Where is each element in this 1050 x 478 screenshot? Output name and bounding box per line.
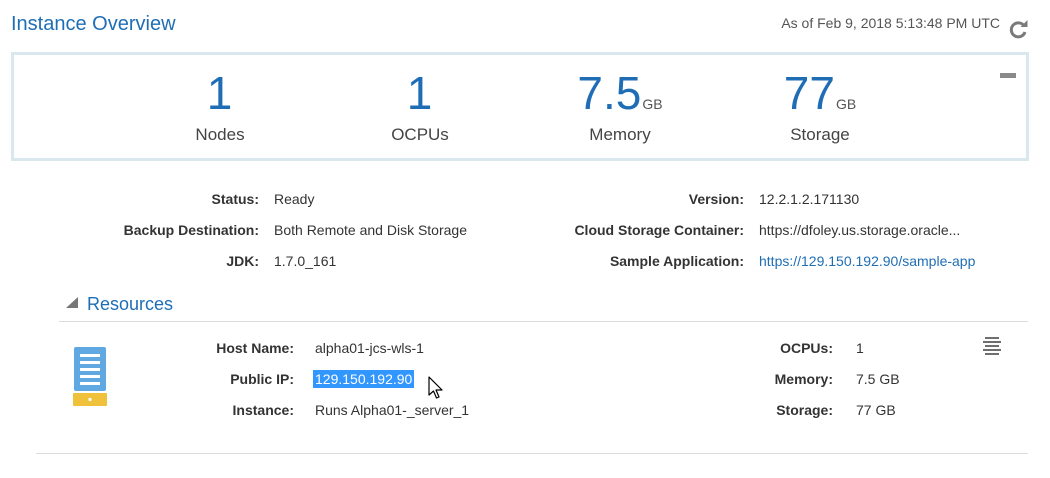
- memory-value: 7.5: [577, 67, 642, 119]
- refresh-icon: [1009, 20, 1028, 39]
- ocpus-metric: 1 OCPUs: [320, 69, 520, 145]
- public-ip-value[interactable]: 129.150.192.90: [313, 370, 415, 388]
- nodes-label: Nodes: [195, 125, 245, 144]
- memory-unit: GB: [642, 96, 663, 112]
- host-name-value: alpha01-jcs-wls-1: [315, 340, 424, 356]
- section-bottom-divider: [36, 453, 1028, 454]
- mouse-pointer-icon: [428, 376, 444, 405]
- public-ip-selection[interactable]: 129.150.192.90: [313, 370, 415, 388]
- status-label: Status:: [211, 191, 259, 207]
- storage-value: 77: [783, 67, 835, 119]
- ocpus-value: 1: [406, 67, 433, 119]
- memory-label: Memory: [589, 125, 651, 144]
- cloud-storage-container-value: https://dfoley.us.storage.oracle...: [759, 222, 961, 238]
- memory-metric: 7.5GB Memory: [520, 69, 720, 145]
- storage-label: Storage: [790, 125, 850, 144]
- summary-panel: 1 Nodes 1 OCPUs 7.5GB Memory 77GB Storag…: [11, 52, 1029, 161]
- status-value: Ready: [274, 191, 315, 207]
- hamburger-menu-icon: [983, 337, 1001, 355]
- version-value: 12.2.1.2.171130: [759, 191, 860, 207]
- version-label: Version:: [688, 191, 744, 207]
- resources-divider: [59, 321, 1028, 322]
- jdk-value: 1.7.0_161: [274, 253, 337, 269]
- refresh-button[interactable]: [1006, 17, 1030, 41]
- resource-memory-label: Memory:: [774, 371, 833, 387]
- minus-icon[interactable]: [1000, 73, 1016, 78]
- public-ip-label: Public IP:: [230, 371, 294, 387]
- resource-ocpus-value: 1: [856, 340, 864, 356]
- host-name-label: Host Name:: [216, 340, 294, 356]
- storage-unit: GB: [835, 96, 857, 112]
- resource-ocpus-label: OCPUs:: [780, 340, 833, 356]
- resources-title: Resources: [87, 294, 174, 314]
- server-icon: [72, 346, 108, 413]
- backup-destination-label: Backup Destination:: [123, 222, 259, 238]
- storage-metric: 77GB Storage: [720, 69, 920, 145]
- as-of-timestamp: As of Feb 9, 2018 5:13:48 PM UTC: [781, 15, 1000, 31]
- sample-application-label: Sample Application:: [609, 253, 744, 269]
- resources-toggle[interactable]: Resources: [66, 294, 173, 315]
- sample-application-link[interactable]: https://129.150.192.90/sample-app: [759, 253, 975, 269]
- resource-storage-label: Storage:: [776, 402, 833, 418]
- page-title: Instance Overview: [11, 13, 176, 35]
- instance-value: Runs Alpha01-_server_1: [315, 402, 470, 418]
- resource-storage-value: 77 GB: [856, 402, 896, 418]
- ocpus-label: OCPUs: [391, 125, 449, 144]
- triangle-icon: [66, 297, 78, 308]
- cloud-storage-container-label: Cloud Storage Container:: [574, 222, 744, 238]
- resource-menu-button[interactable]: [983, 336, 1001, 356]
- nodes-metric: 1 Nodes: [120, 69, 320, 145]
- nodes-value: 1: [206, 67, 233, 119]
- backup-destination-value: Both Remote and Disk Storage: [274, 222, 467, 238]
- jdk-label: JDK:: [226, 253, 259, 269]
- instance-label: Instance:: [232, 402, 294, 418]
- resource-memory-value: 7.5 GB: [856, 371, 900, 387]
